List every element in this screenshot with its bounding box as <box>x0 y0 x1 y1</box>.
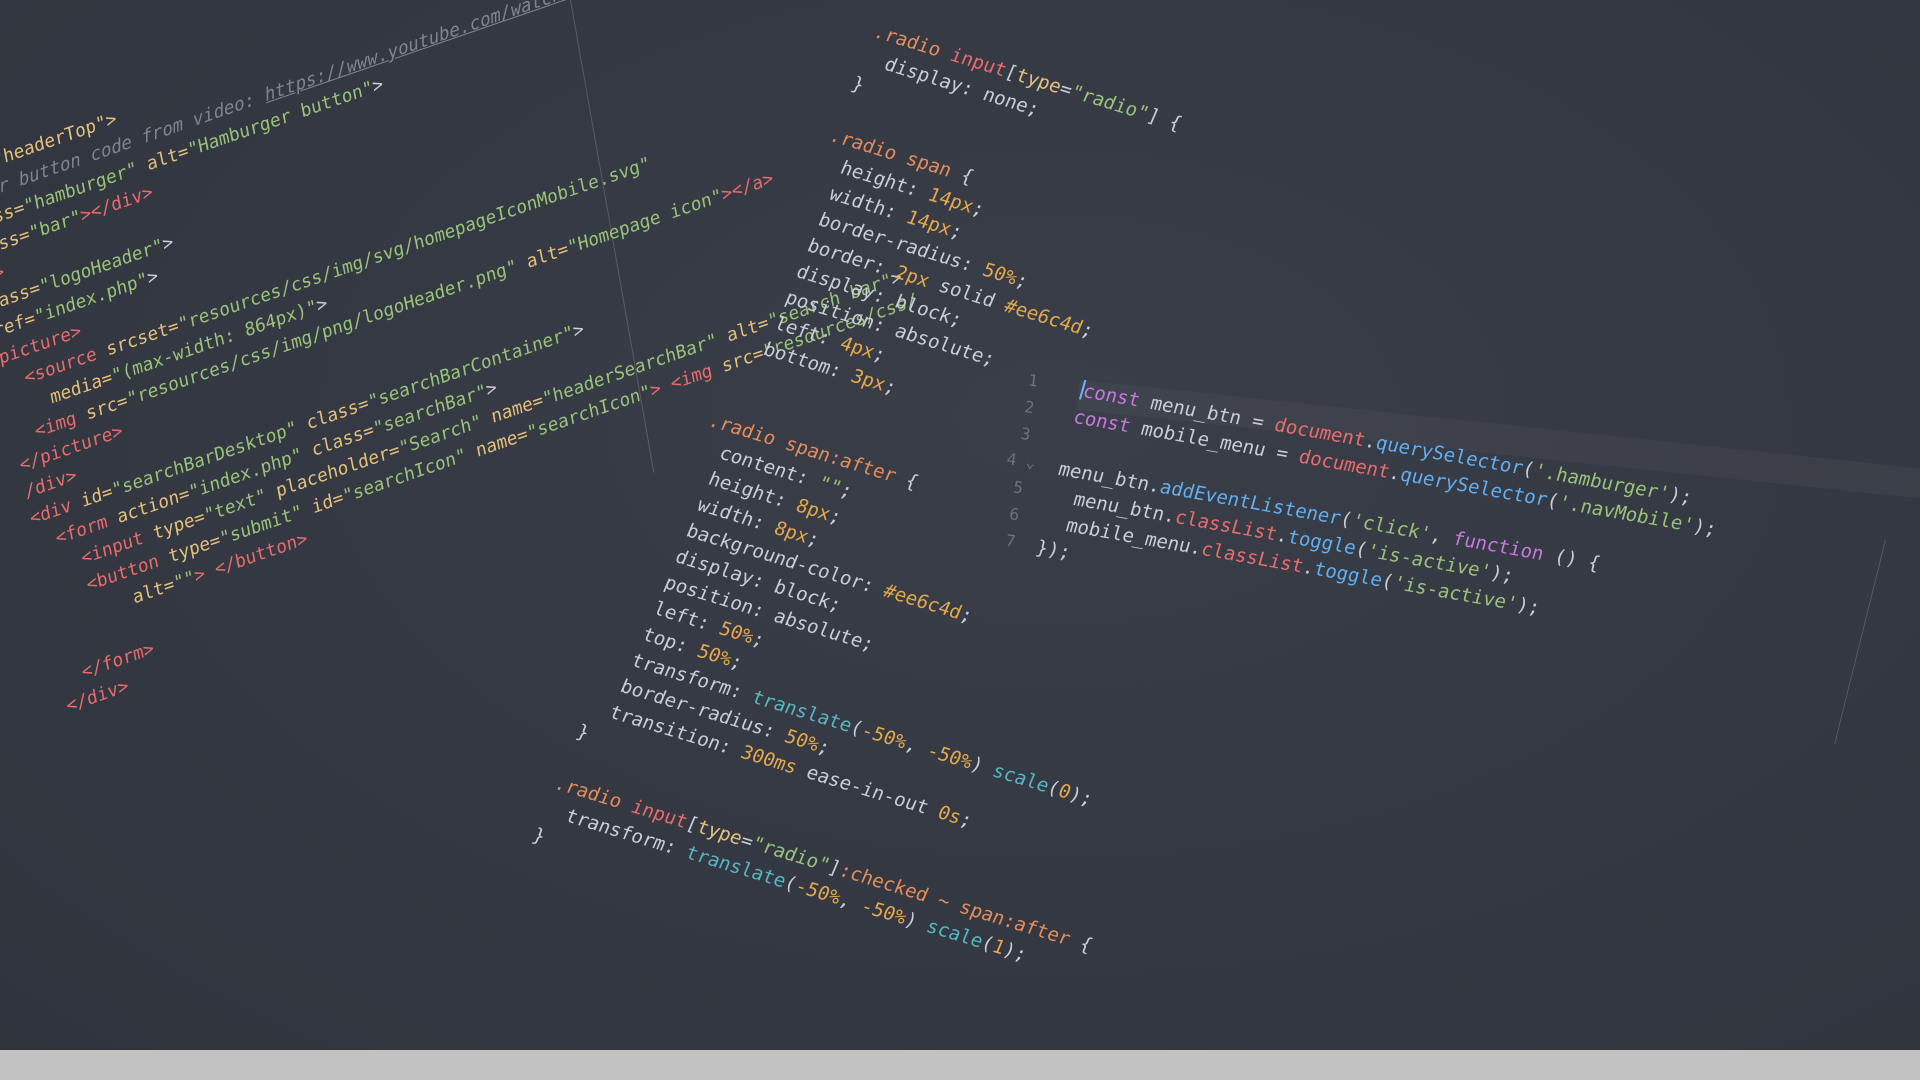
line-number: 4 ⌄ <box>1005 449 1037 473</box>
code-token: ); <box>1487 561 1517 588</box>
indent-guide <box>1834 540 1886 745</box>
line-number: 7 <box>1004 530 1017 551</box>
code-token: } <box>573 720 593 745</box>
code-token: > <box>571 318 586 343</box>
code-photo-scene: ss="headerTop"> rger button code from vid… <box>0 0 1920 1050</box>
code-token: ); <box>1690 515 1720 541</box>
line-number: 3 <box>1019 423 1032 445</box>
code-token: } <box>529 824 549 848</box>
line-number: 6 <box>1008 504 1021 525</box>
bottom-bar <box>0 1050 1920 1080</box>
code-token: ); <box>1514 593 1543 620</box>
code-token: > <box>160 231 176 256</box>
line-number: 5 <box>1012 477 1025 498</box>
code-token: }); <box>1033 536 1074 564</box>
code-token: ); <box>1666 483 1695 509</box>
line-number: 2 <box>1023 397 1036 418</box>
line-number: 1 <box>1027 370 1040 391</box>
